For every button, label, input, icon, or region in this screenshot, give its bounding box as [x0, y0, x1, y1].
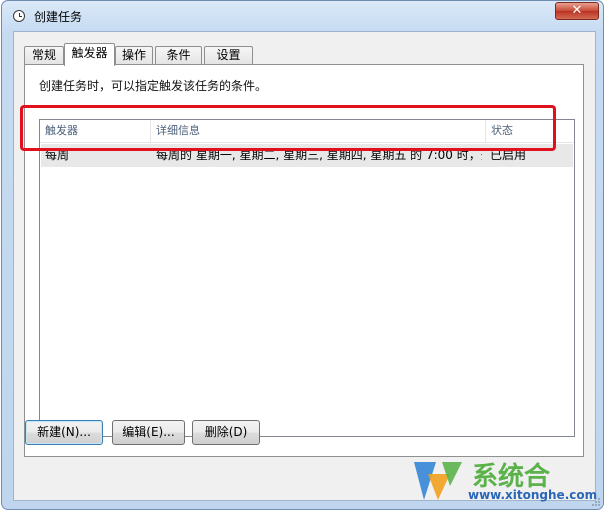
close-button[interactable]: ✕	[555, 2, 599, 20]
title-bar[interactable]: 创建任务 ✕	[2, 1, 603, 31]
window-title: 创建任务	[34, 10, 83, 24]
clock-icon	[13, 10, 25, 22]
panel-description: 创建任务时，可以指定触发该任务的条件。	[39, 79, 268, 93]
trigger-list[interactable]: 触发器 详细信息 状态 每周 每周的 星期一, 星期二, 星期三, 星期四, 星…	[39, 119, 575, 437]
tab-triggers[interactable]: 触发器	[64, 43, 115, 66]
watermark-url: www.xitonghe.com	[468, 488, 598, 502]
delete-button[interactable]: 删除(D)	[192, 420, 260, 445]
watermark-logo-icon	[414, 462, 462, 500]
tab-actions[interactable]: 操作	[115, 46, 153, 65]
new-button[interactable]: 新建(N)...	[25, 420, 103, 445]
tab-conditions[interactable]: 条件	[155, 46, 202, 65]
site-watermark: 系统合 www.xitonghe.com	[410, 456, 600, 504]
edit-button[interactable]: 编辑(E)...	[112, 420, 185, 445]
tab-general[interactable]: 常规	[24, 46, 64, 65]
tab-settings[interactable]: 设置	[204, 46, 253, 65]
create-task-window: 创建任务 ✕ 常规 触发器 操作 条件 设置 创建任务时，可以指定触发该任务的条…	[1, 0, 604, 510]
red-highlight-box	[20, 105, 556, 151]
